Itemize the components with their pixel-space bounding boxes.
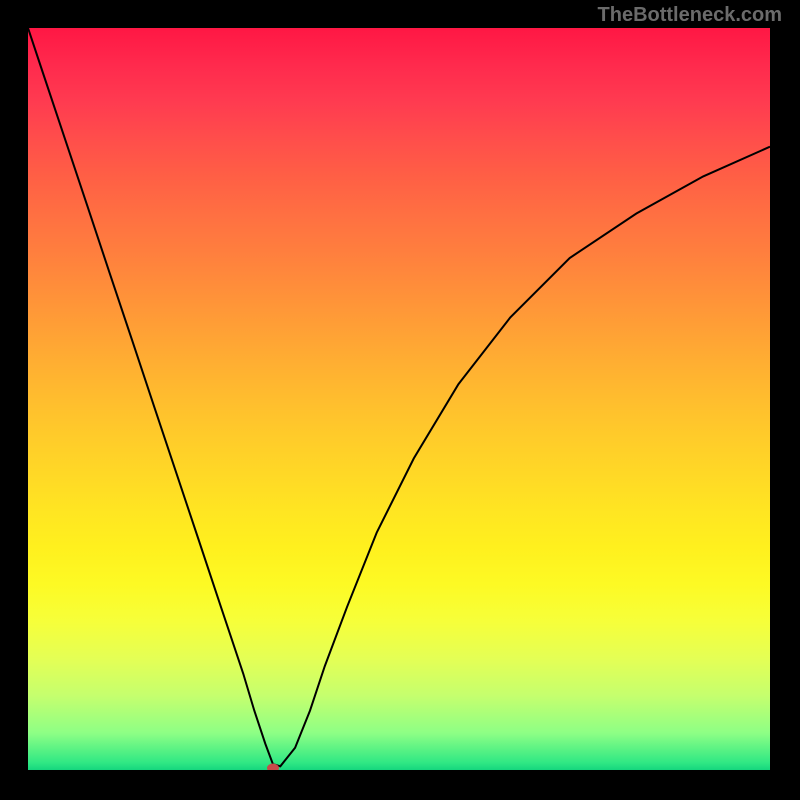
bottleneck-curve: [28, 28, 770, 770]
minimum-marker: [267, 763, 279, 770]
plot-area: [28, 28, 770, 770]
watermark-text: TheBottleneck.com: [598, 4, 782, 27]
